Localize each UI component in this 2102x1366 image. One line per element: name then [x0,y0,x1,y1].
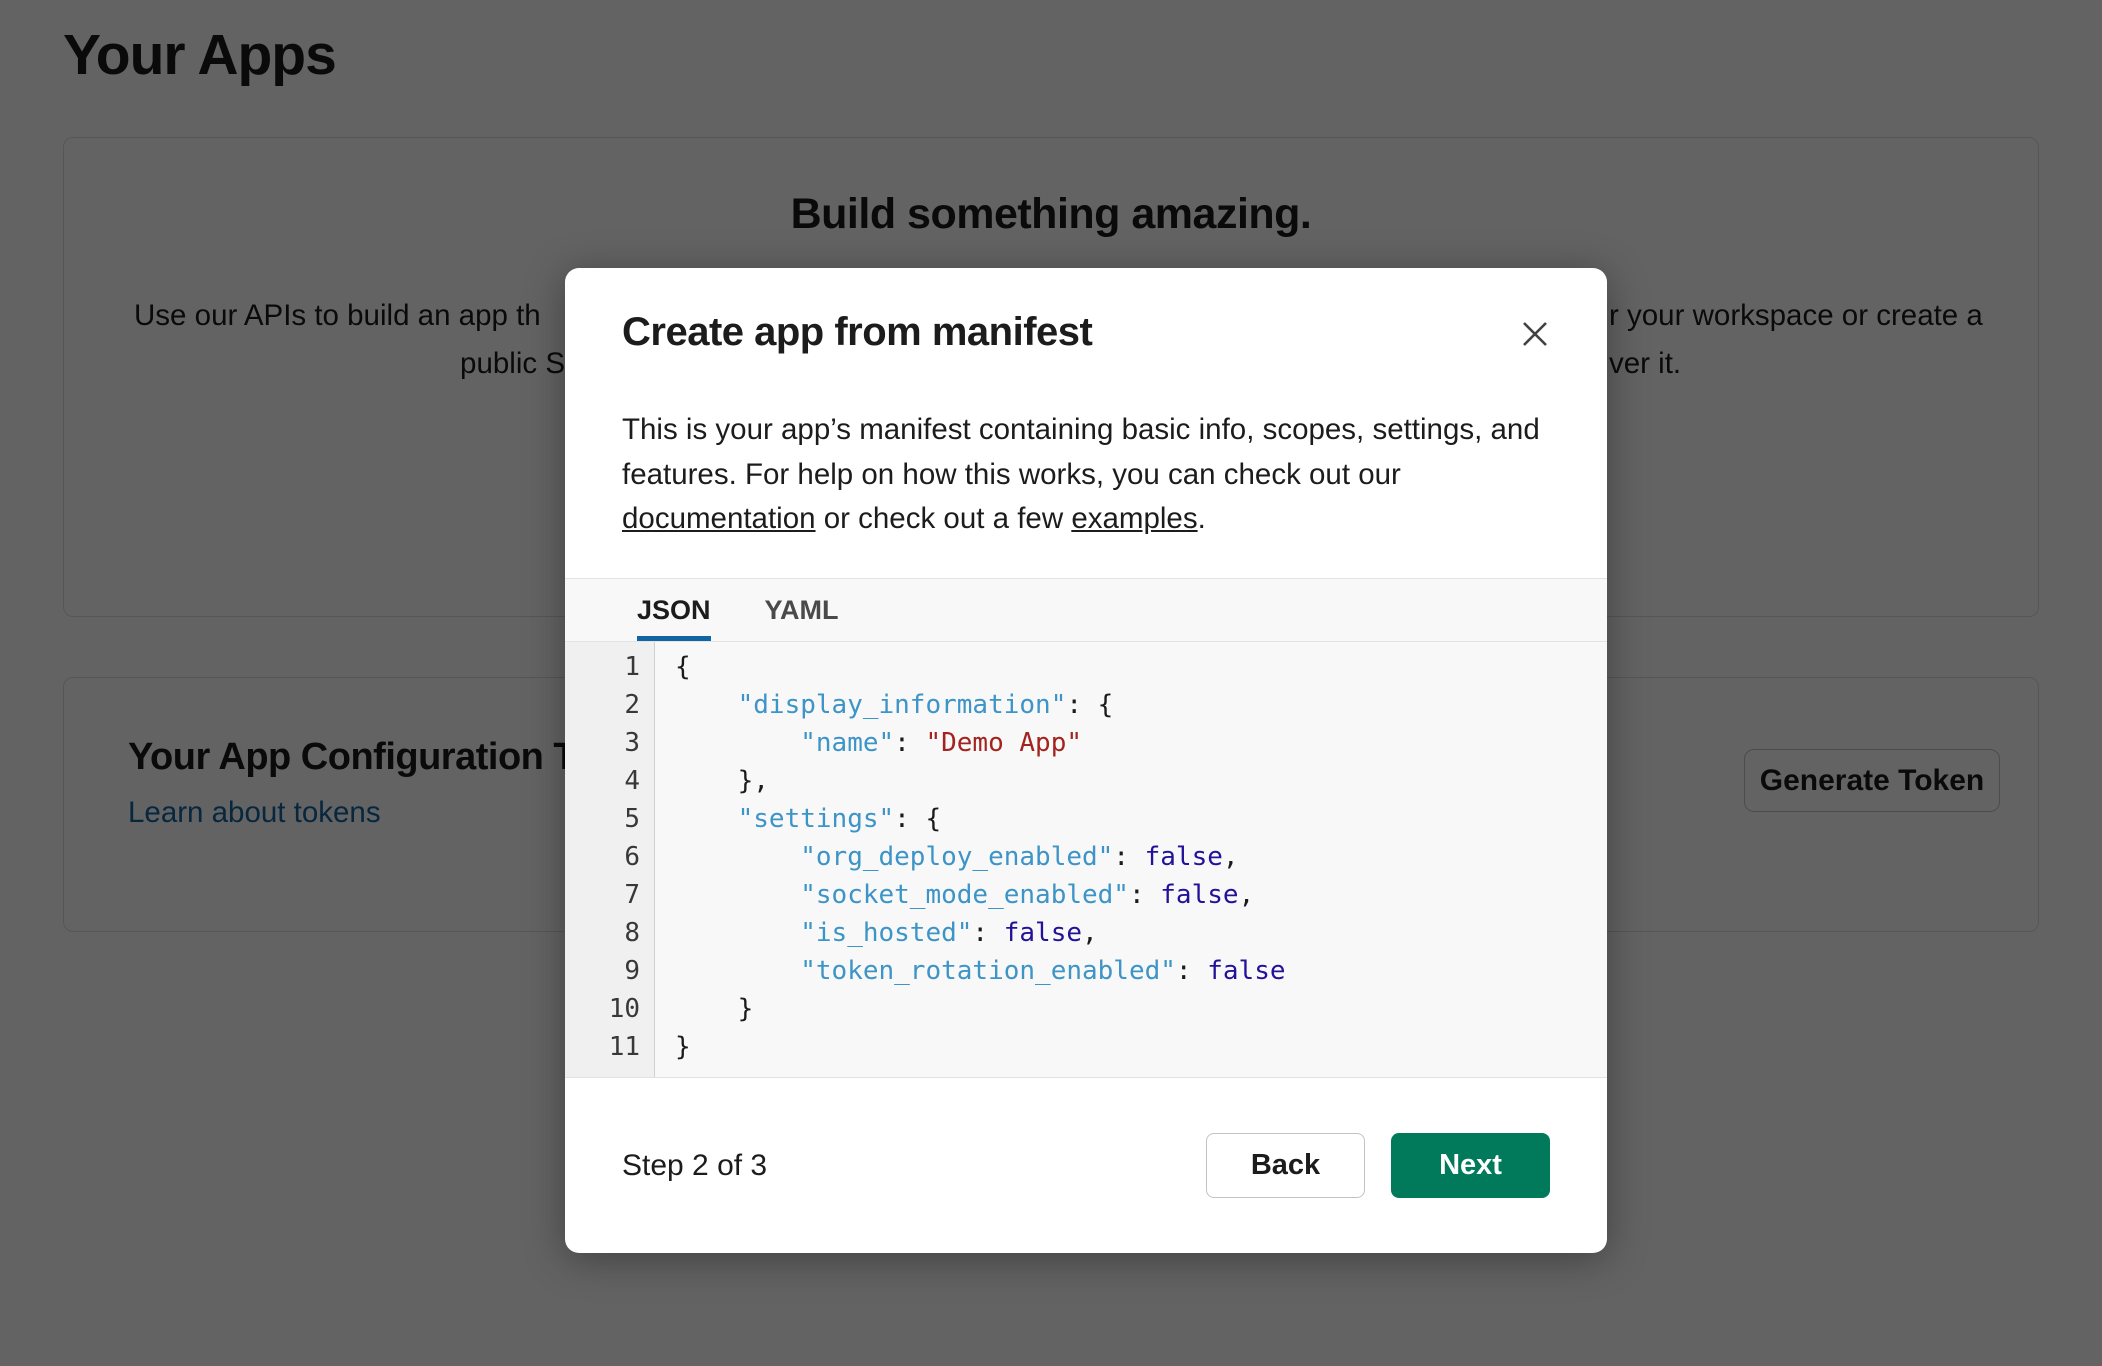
step-indicator: Step 2 of 3 [622,1149,767,1183]
line-number: 6 [565,838,640,876]
modal-footer: Step 2 of 3 Back Next [565,1077,1607,1253]
code-line[interactable]: "name": "Demo App" [675,724,1607,762]
line-number: 1 [565,648,640,686]
code-line[interactable]: "org_deploy_enabled": false, [675,838,1607,876]
create-app-from-manifest-modal: Create app from manifest This is your ap… [565,268,1607,1253]
back-button[interactable]: Back [1206,1133,1365,1198]
tab-yaml[interactable]: YAML [765,579,839,641]
close-icon [1517,340,1553,355]
close-button[interactable] [1511,310,1559,358]
modal-description: This is your app’s manifest containing b… [622,408,1562,542]
code-line[interactable]: "is_hosted": false, [675,914,1607,952]
line-number: 4 [565,762,640,800]
documentation-link[interactable]: documentation [622,502,816,535]
line-number: 9 [565,952,640,990]
line-number-gutter: 1234567891011 [565,642,655,1077]
code-line[interactable]: }, [675,762,1607,800]
code-pane[interactable]: { "display_information": { "name": "Demo… [655,642,1607,1077]
next-button[interactable]: Next [1391,1133,1550,1198]
line-number: 3 [565,724,640,762]
line-number: 7 [565,876,640,914]
description-line: features. For help on how this works, yo… [622,458,1401,491]
description-line: This is your app’s manifest containing b… [622,413,1540,446]
code-line[interactable]: "token_rotation_enabled": false [675,952,1607,990]
line-number: 2 [565,686,640,724]
tab-json[interactable]: JSON [637,579,711,641]
code-line[interactable]: "settings": { [675,800,1607,838]
manifest-code-editor[interactable]: 1234567891011 { "display_information": {… [565,642,1607,1077]
examples-link[interactable]: examples [1071,502,1197,535]
line-number: 8 [565,914,640,952]
description-line: . [1198,502,1206,535]
line-number: 5 [565,800,640,838]
manifest-format-tabs: JSON YAML [565,578,1607,642]
code-line[interactable]: "socket_mode_enabled": false, [675,876,1607,914]
line-number: 10 [565,990,640,1028]
code-line[interactable]: } [675,1028,1607,1066]
modal-title: Create app from manifest [622,310,1092,355]
description-line: or check out a few [816,502,1072,535]
line-number: 11 [565,1028,640,1066]
code-line[interactable]: { [675,648,1607,686]
code-line[interactable]: "display_information": { [675,686,1607,724]
modal-header: Create app from manifest [622,310,1559,358]
code-line[interactable]: } [675,990,1607,1028]
